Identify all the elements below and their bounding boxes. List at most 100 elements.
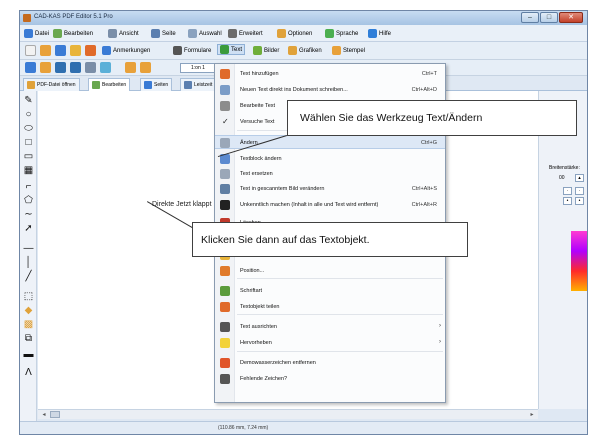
menu-sprache[interactable]: Sprache [325,28,358,39]
title-bar[interactable]: CAD-KAS PDF Editor 5.1 Pro – □ ✕ [20,11,587,25]
circle-tool-icon[interactable]: ○ [23,109,34,120]
window-title: CAD-KAS PDF Editor 5.1 Pro [34,14,113,20]
vertical-line-tool-icon[interactable]: │ [23,257,34,268]
tab-seiten[interactable]: Seiten [140,78,173,91]
polygon-tool-icon[interactable]: ⬠ [23,195,34,206]
style-option-1-button[interactable]: · [563,187,572,195]
tab-leistzeit[interactable]: Leistzeit [180,78,217,91]
menu-item-position[interactable]: Position... [215,264,445,278]
menu-label: Seite [162,30,176,37]
menu-item-label: Demowasserzeichen entfernen [240,360,316,366]
edit-tab-icon [92,81,100,89]
menu-datei[interactable]: Datei [24,28,49,39]
menu-item-remove-watermark[interactable]: Demowasserzeichen entfernen [215,356,445,370]
menu-item-label: Position... [240,268,265,274]
scroll-thumb[interactable] [50,411,60,418]
menu-ansicht[interactable]: Ansicht [108,28,139,39]
instruction-callout-step2: Klicken Sie dann auf das Textobjekt. [192,222,468,257]
new-document-icon[interactable] [25,62,36,73]
menu-item-text-add[interactable]: Text hinzufügen Ctrl+T [215,67,445,81]
scroll-right-icon[interactable]: ▸ [528,411,536,419]
horizontal-scrollbar[interactable]: ◂ ▸ [38,409,538,419]
line-width-up-button[interactable]: ▴ [575,174,584,182]
grid-tool-icon[interactable]: ▦ [23,165,34,176]
open-icon[interactable] [40,62,51,73]
minimize-button[interactable]: – [521,12,539,23]
maximize-button[interactable]: □ [540,12,558,23]
menu-optionen[interactable]: Optionen [277,28,312,39]
selection-rectangle-tool-icon[interactable]: ⬚ [23,291,34,302]
copy-tool-icon[interactable]: ⧉ [23,333,34,344]
toolbar-stempel[interactable]: Stempel [332,45,365,56]
style-option-3-button[interactable]: • [563,197,572,205]
menu-item-replace[interactable]: Text ersetzen [215,167,445,181]
line-width-value[interactable]: 00 [559,175,565,181]
diagonal-line-tool-icon[interactable]: ╱ [23,271,34,282]
menu-item-scan-text[interactable]: Text in gescanntem Bild verändern Ctrl+Al… [215,182,445,196]
search-icon[interactable] [55,45,66,56]
menu-separator [237,351,443,352]
curve-tool-icon[interactable]: ∼ [23,209,34,220]
arrow-tool-icon[interactable]: ➚ [23,223,34,234]
rectangle-tool-icon[interactable]: □ [23,137,34,148]
horizontal-line-tool-icon[interactable]: — [23,243,34,254]
toolbar-grafiken[interactable]: Grafiken [288,45,322,56]
toolbar-text[interactable]: Text [217,44,246,55]
menu-item-align[interactable]: Text ausrichten › [215,320,445,334]
menu-hilfe[interactable]: Hilfe [368,28,391,39]
menu-erweitert[interactable]: Erweitert [228,28,263,39]
tab-pdf-oeffnen[interactable]: PDF-Datei öffnen [23,78,80,91]
tab-bearbeiten[interactable]: Bearbeiten [88,78,131,91]
redact-icon [220,200,230,210]
menu-item-split-text[interactable]: Textobjekt teilen [215,300,445,314]
instruction-callout-step1: Wählen Sie das Werkzeug Text/Ändern [287,100,577,136]
menu-auswahl[interactable]: Auswahl [188,28,222,39]
menu-label: Datei [35,30,50,37]
menu-item-highlight[interactable]: Hervorheben › [215,336,445,350]
toolbar-label: Grafiken [299,47,322,54]
change-icon [220,138,230,148]
menu-item-redact[interactable]: Unkenntlich machen (Inhalt in alle und T… [215,198,445,212]
replace-icon [220,169,230,179]
menu-bearbeiten[interactable]: Bearbeiten [53,28,93,39]
cursor-icon[interactable] [25,45,36,56]
caret-tool-icon[interactable]: Λ [23,367,34,378]
pencil-tool-icon[interactable]: ✎ [23,95,34,106]
first-page-icon[interactable] [125,62,136,73]
ellipse-tool-icon[interactable]: ⬭ [23,123,34,134]
fill-tool-icon[interactable]: ◆ [23,305,34,316]
close-button[interactable]: ✕ [559,12,583,23]
view-icon [108,29,117,38]
menu-item-textblock[interactable]: Textblock ändern [215,152,445,166]
style-option-4-button[interactable]: • [575,197,584,205]
menu-item-label: Text ausrichten [240,324,277,330]
print-icon[interactable] [85,62,96,73]
tab-label: PDF-Datei öffnen [37,82,76,88]
menu-item-write-text[interactable]: Neuen Text direkt ins Dokument schreiben… [215,83,445,97]
toolbar-bilder[interactable]: Bilder [253,45,279,56]
undo-icon[interactable] [100,62,111,73]
scroll-left-icon[interactable]: ◂ [40,411,48,419]
rounded-rectangle-tool-icon[interactable]: ▭ [23,151,34,162]
zoom-icon[interactable] [85,45,96,56]
toolbar-formulare[interactable]: Formulare [173,45,211,56]
drawing-toolbox: ✎ ○ ⬭ □ ▭ ▦ ⌐ ⬠ ∼ ➚ — │ ╱ ⬚ ◆ ▩ ⧉ ▬ Λ [20,91,37,421]
style-option-2-button[interactable]: · [575,187,584,195]
tab-label: Leistzeit [194,82,213,88]
hand-icon[interactable] [70,45,81,56]
color-palette[interactable] [571,231,587,291]
toolbar-label: Anmerkungen [113,47,151,54]
stamp-tool-icon[interactable]: ▩ [23,319,34,330]
save-icon[interactable] [55,62,66,73]
menu-item-font[interactable]: Schriftart [215,284,445,298]
toolbar-anmerkungen[interactable]: Anmerkungen [102,45,150,56]
stamp-icon [332,46,341,55]
menu-seite[interactable]: Seite [151,28,176,39]
folder-icon[interactable] [40,45,51,56]
previous-page-icon[interactable] [140,62,151,73]
polyline-tool-icon[interactable]: ⌐ [23,181,34,192]
save-as-icon[interactable] [70,62,81,73]
document-text-object[interactable]: Direkte Jetzt klappt [152,201,212,208]
thick-line-tool-icon[interactable]: ▬ [23,349,34,360]
menu-item-missing-chars[interactable]: Fehlende Zeichen? [215,372,445,386]
